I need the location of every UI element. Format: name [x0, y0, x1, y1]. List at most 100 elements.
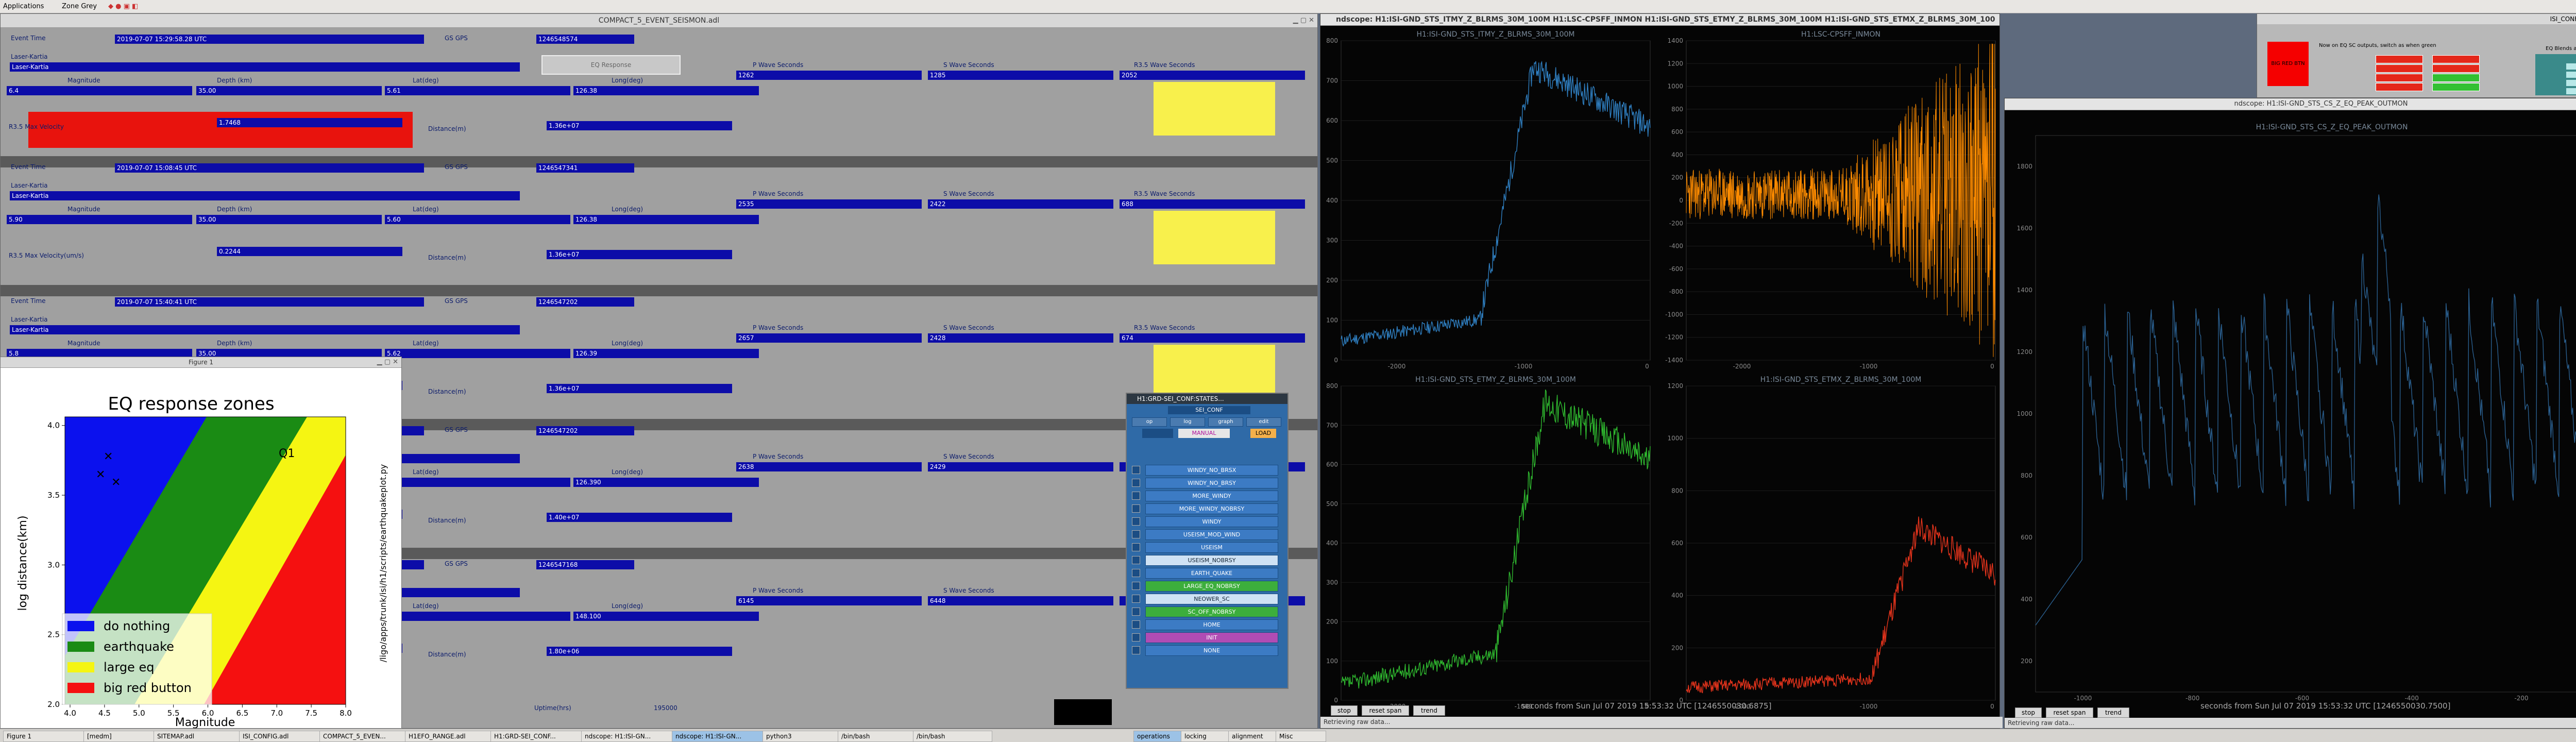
isi-row-label[interactable]: SC_OFF: [2566, 72, 2576, 78]
field-label: Long(deg): [612, 77, 643, 84]
isi-config-side-note: EQ Blends and Sensor Corr: [2546, 46, 2576, 52]
ndscope2-plot[interactable]: H1:ISI-GND_STS_CS_Z_EQ_PEAK_OUTMON 1800 16…: [2005, 110, 2576, 707]
plot-title: H1:ISI-GND_STS_ETMY_Z_BLRMS_30M_100M: [1415, 376, 1576, 384]
state-button[interactable]: MORE_WINDY_NOBRSY: [1145, 503, 1278, 514]
state-button[interactable]: SC_OFF_NOBRSY: [1145, 606, 1278, 617]
figure-window-controls[interactable]: ▁ ▢ ✕: [377, 357, 398, 367]
state-button[interactable]: HOME: [1145, 619, 1278, 630]
window-controls[interactable]: ▁ ▢ ✕: [1293, 14, 1314, 27]
isi-row-right[interactable]: [2432, 55, 2480, 63]
x-tick-label: -800: [2185, 695, 2199, 702]
taskbar-item[interactable]: ndscope: H1:ISI-GN...: [581, 731, 676, 742]
y-tick-label: 100: [1326, 317, 1338, 324]
states-titlebar: H1:GRD-SEI_CONF:STATES...: [1127, 394, 1287, 404]
taskbar-item[interactable]: H1:GRD-SEI_CONF...: [490, 731, 585, 742]
taskbar-item[interactable]: /bin/bash: [913, 731, 992, 742]
ndscope-button[interactable]: stop: [1331, 705, 1358, 716]
mode-indicator[interactable]: MANUAL: [1178, 429, 1230, 438]
distance: 1.36e+07: [547, 250, 732, 259]
distance: 1.80e+06: [547, 647, 732, 656]
field-label: Magnitude: [67, 77, 100, 84]
state-button[interactable]: WINDY_NO_BRSY: [1145, 478, 1278, 488]
states-top-button[interactable]: edit: [1246, 417, 1281, 427]
y-tick-label: 1000: [2016, 410, 2032, 417]
isi-row-left[interactable]: [2376, 64, 2423, 73]
field-label: Distance(m): [428, 388, 466, 395]
states-top-button[interactable]: graph: [1208, 417, 1243, 427]
states-top-button[interactable]: op: [1132, 417, 1167, 427]
ndscope-button[interactable]: stop: [2015, 707, 2042, 718]
field-label: Long(deg): [612, 206, 643, 213]
state-side-indicator: [1132, 608, 1140, 616]
field-label: Event Time: [11, 35, 46, 42]
taskbar-item[interactable]: H1EFO_RANGE.adl: [405, 731, 495, 742]
field-label: Distance(m): [428, 254, 466, 261]
taskbar-item[interactable]: SITEMAP.adl: [154, 731, 243, 742]
field-label: Lat(deg): [413, 206, 439, 213]
state-button[interactable]: USEISM: [1145, 542, 1278, 553]
isi-row-label[interactable]: EARTH_QUAKE: [2566, 80, 2576, 86]
workspace-Misc[interactable]: Misc: [1276, 731, 1326, 742]
y-tick-label: 200: [1671, 644, 1683, 651]
states-top-button[interactable]: log: [1170, 417, 1205, 427]
taskbar-item[interactable]: ndscope: H1:ISI-GN...: [672, 731, 767, 742]
workspace-locking[interactable]: locking: [1181, 731, 1231, 742]
workspace-operations[interactable]: operations: [1133, 731, 1184, 742]
workspace-alignment[interactable]: alignment: [1228, 731, 1279, 742]
load-button[interactable]: LOAD: [1250, 429, 1276, 438]
chart-title: EQ response zones: [108, 394, 274, 414]
isi-row-right[interactable]: [2432, 64, 2480, 73]
state-button[interactable]: EARTH_QUAKE: [1145, 568, 1278, 579]
alert-indicator: [1154, 82, 1275, 136]
isi-row-label[interactable]: USEISM: [2566, 88, 2576, 94]
latitude: [385, 612, 570, 621]
legend-swatch: [67, 683, 94, 693]
state-button[interactable]: WINDY_NO_BRSX: [1145, 465, 1278, 476]
big-red-button[interactable]: BIG RED BTN: [2267, 42, 2309, 86]
field-label: P Wave Seconds: [753, 61, 804, 69]
isi-row-left[interactable]: [2376, 83, 2423, 91]
y-tick-label: 1600: [2016, 225, 2032, 232]
uptime-label: Uptime(hrs): [534, 704, 571, 712]
x-tick-label: -1000: [1860, 363, 1878, 370]
ndscope-button[interactable]: trend: [1413, 705, 1445, 716]
launcher-icon[interactable]: ◆ ● ▣ ◧: [108, 3, 138, 10]
y-tick-label: 100: [1326, 657, 1338, 665]
state-button[interactable]: USEISM_NOBRSY: [1145, 555, 1278, 566]
ndscope2-title: ndscope: H1:ISI-GND_STS_CS_Z_EQ_PEAK_OUT…: [2234, 100, 2408, 108]
taskbar-item[interactable]: /bin/bash: [838, 731, 917, 742]
field-label: Depth (km): [217, 77, 252, 84]
y-tick-label: 200: [1326, 277, 1338, 284]
state-button[interactable]: NEOWER_SC: [1145, 594, 1278, 604]
trace: [1341, 60, 1651, 347]
state-button[interactable]: WINDY: [1145, 516, 1278, 527]
state-button[interactable]: INIT: [1145, 632, 1278, 643]
event-separator: [1, 285, 1317, 296]
state-button[interactable]: USEISM_MOD_WIND: [1145, 529, 1278, 540]
event-time: 2019-07-07 15:29:58.28 UTC: [115, 35, 424, 44]
taskbar-item[interactable]: ISI_CONFIG.adl: [239, 731, 324, 742]
isi-row-left[interactable]: [2376, 55, 2423, 63]
y-tick-label: 1800: [2016, 163, 2032, 170]
isi-row-left[interactable]: [2376, 74, 2423, 82]
applications-menu[interactable]: Applications: [3, 3, 44, 10]
ndscope-button[interactable]: trend: [2097, 707, 2129, 718]
state-button[interactable]: NONE: [1145, 645, 1278, 656]
ndscope-button[interactable]: reset span: [1362, 705, 1409, 716]
isi-row-right[interactable]: [2432, 83, 2480, 91]
state-button[interactable]: LARGE_EQ_NOBRSY: [1145, 581, 1278, 592]
trace: [1341, 389, 1651, 689]
x-axis-label: Magnitude: [175, 716, 235, 728]
ndscope1-title: ndscope: H1:ISI-GND_STS_ITMY_Z_BLRMS_30M…: [1336, 15, 1995, 24]
state-side-indicator: [1132, 620, 1140, 629]
isi-row-label[interactable]: LARGE_EQ: [2566, 63, 2576, 70]
eq-response-button[interactable]: EQ Response: [541, 55, 681, 75]
taskbar-item[interactable]: [medm]: [83, 731, 158, 742]
taskbar-item[interactable]: COMPACT_5_EVEN...: [319, 731, 409, 742]
taskbar-item[interactable]: python3: [762, 731, 842, 742]
taskbar-item[interactable]: Figure 1: [3, 731, 88, 742]
ndscope1-plots[interactable]: H1:ISI-GND_STS_ITMY_Z_BLRMS_30M_100M 800 7…: [1320, 25, 1999, 713]
isi-row-right[interactable]: [2432, 74, 2480, 82]
state-button[interactable]: MORE_WINDY: [1145, 491, 1278, 501]
ndscope-button[interactable]: reset span: [2046, 707, 2093, 718]
